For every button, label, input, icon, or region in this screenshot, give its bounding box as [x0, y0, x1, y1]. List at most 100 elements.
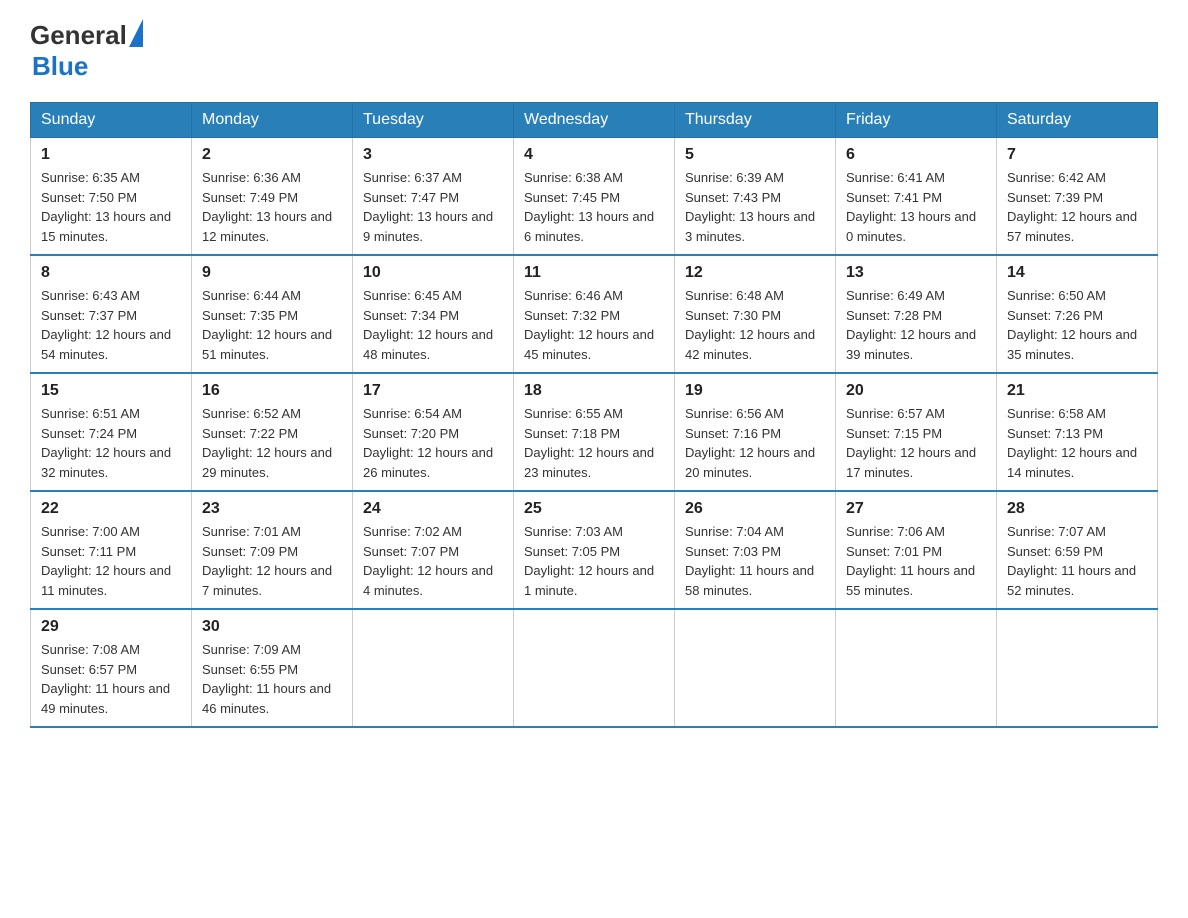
- day-cell-7: 7Sunrise: 6:42 AMSunset: 7:39 PMDaylight…: [997, 138, 1158, 256]
- day-info: Sunrise: 7:08 AMSunset: 6:57 PMDaylight:…: [41, 640, 181, 718]
- day-cell-13: 13 Sunrise: 6:49 AMSunset: 7:28 PMDayligh…: [836, 255, 997, 373]
- day-cell-10: 10 Sunrise: 6:45 AMSunset: 7:34 PMDayligh…: [353, 255, 514, 373]
- day-info: Sunrise: 6:39 AMSunset: 7:43 PMDaylight:…: [685, 168, 825, 246]
- weekday-header-tuesday: Tuesday: [353, 103, 514, 138]
- weekday-header-wednesday: Wednesday: [514, 103, 675, 138]
- day-info: Sunrise: 6:58 AMSunset: 7:13 PMDaylight:…: [1007, 404, 1147, 482]
- day-number: 3: [363, 146, 503, 164]
- day-number: 16: [202, 382, 342, 400]
- logo-triangle-icon: [129, 19, 143, 47]
- day-info: Sunrise: 7:03 AMSunset: 7:05 PMDaylight:…: [524, 522, 664, 600]
- day-info: Sunrise: 7:01 AMSunset: 7:09 PMDaylight:…: [202, 522, 342, 600]
- day-number: 13: [846, 264, 986, 282]
- logo-blue-text: Blue: [32, 51, 143, 82]
- day-number: 17: [363, 382, 503, 400]
- day-number: 21: [1007, 382, 1147, 400]
- day-number: 19: [685, 382, 825, 400]
- day-info: Sunrise: 7:00 AMSunset: 7:11 PMDaylight:…: [41, 522, 181, 600]
- day-cell-12: 12 Sunrise: 6:48 AMSunset: 7:30 PMDayligh…: [675, 255, 836, 373]
- day-number: 2: [202, 146, 342, 164]
- day-cell-14: 14 Sunrise: 6:50 AMSunset: 7:26 PMDayligh…: [997, 255, 1158, 373]
- day-cell-6: 6Sunrise: 6:41 AMSunset: 7:41 PMDaylight…: [836, 138, 997, 256]
- day-cell-11: 11Sunrise: 6:46 AMSunset: 7:32 PMDayligh…: [514, 255, 675, 373]
- day-number: 20: [846, 382, 986, 400]
- day-info: Sunrise: 7:04 AMSunset: 7:03 PMDaylight:…: [685, 522, 825, 600]
- day-info: Sunrise: 6:57 AMSunset: 7:15 PMDaylight:…: [846, 404, 986, 482]
- day-number: 12: [685, 264, 825, 282]
- day-cell-1: 1 Sunrise: 6:35 AMSunset: 7:50 PMDaylight…: [31, 138, 192, 256]
- day-cell-4: 4Sunrise: 6:38 AMSunset: 7:45 PMDaylight…: [514, 138, 675, 256]
- day-cell-30: 30 Sunrise: 7:09 AMSunset: 6:55 PMDayligh…: [192, 609, 353, 727]
- day-cell-9: 9 Sunrise: 6:44 AMSunset: 7:35 PMDaylight…: [192, 255, 353, 373]
- week-row-2: 8 Sunrise: 6:43 AMSunset: 7:37 PMDaylight…: [31, 255, 1158, 373]
- day-cell-27: 27 Sunrise: 7:06 AMSunset: 7:01 PMDayligh…: [836, 491, 997, 609]
- day-number: 7: [1007, 146, 1147, 164]
- day-info: Sunrise: 6:35 AMSunset: 7:50 PMDaylight:…: [41, 168, 181, 246]
- day-info: Sunrise: 7:07 AMSunset: 6:59 PMDaylight:…: [1007, 522, 1147, 600]
- day-cell-24: 24 Sunrise: 7:02 AMSunset: 7:07 PMDayligh…: [353, 491, 514, 609]
- day-cell-21: 21 Sunrise: 6:58 AMSunset: 7:13 PMDayligh…: [997, 373, 1158, 491]
- day-info: Sunrise: 6:44 AMSunset: 7:35 PMDaylight:…: [202, 286, 342, 364]
- day-info: Sunrise: 6:56 AMSunset: 7:16 PMDaylight:…: [685, 404, 825, 482]
- empty-cell: [353, 609, 514, 727]
- day-info: Sunrise: 6:51 AMSunset: 7:24 PMDaylight:…: [41, 404, 181, 482]
- day-number: 30: [202, 618, 342, 636]
- day-cell-18: 18Sunrise: 6:55 AMSunset: 7:18 PMDayligh…: [514, 373, 675, 491]
- day-cell-16: 16 Sunrise: 6:52 AMSunset: 7:22 PMDayligh…: [192, 373, 353, 491]
- day-cell-5: 5 Sunrise: 6:39 AMSunset: 7:43 PMDaylight…: [675, 138, 836, 256]
- week-row-4: 22 Sunrise: 7:00 AMSunset: 7:11 PMDayligh…: [31, 491, 1158, 609]
- empty-cell: [675, 609, 836, 727]
- empty-cell: [997, 609, 1158, 727]
- day-number: 23: [202, 500, 342, 518]
- day-info: Sunrise: 6:37 AMSunset: 7:47 PMDaylight:…: [363, 168, 503, 246]
- weekday-header-monday: Monday: [192, 103, 353, 138]
- day-info: Sunrise: 6:46 AMSunset: 7:32 PMDaylight:…: [524, 286, 664, 364]
- week-row-5: 29Sunrise: 7:08 AMSunset: 6:57 PMDayligh…: [31, 609, 1158, 727]
- day-cell-15: 15 Sunrise: 6:51 AMSunset: 7:24 PMDayligh…: [31, 373, 192, 491]
- logo-general-text: General: [30, 20, 127, 51]
- day-number: 1: [41, 146, 181, 164]
- day-info: Sunrise: 6:38 AMSunset: 7:45 PMDaylight:…: [524, 168, 664, 246]
- empty-cell: [514, 609, 675, 727]
- weekday-header-row: SundayMondayTuesdayWednesdayThursdayFrid…: [31, 103, 1158, 138]
- day-cell-28: 28 Sunrise: 7:07 AMSunset: 6:59 PMDayligh…: [997, 491, 1158, 609]
- day-info: Sunrise: 6:49 AMSunset: 7:28 PMDaylight:…: [846, 286, 986, 364]
- day-cell-19: 19 Sunrise: 6:56 AMSunset: 7:16 PMDayligh…: [675, 373, 836, 491]
- day-info: Sunrise: 7:02 AMSunset: 7:07 PMDaylight:…: [363, 522, 503, 600]
- day-number: 15: [41, 382, 181, 400]
- day-info: Sunrise: 7:09 AMSunset: 6:55 PMDaylight:…: [202, 640, 342, 718]
- day-cell-23: 23 Sunrise: 7:01 AMSunset: 7:09 PMDayligh…: [192, 491, 353, 609]
- day-cell-26: 26 Sunrise: 7:04 AMSunset: 7:03 PMDayligh…: [675, 491, 836, 609]
- day-info: Sunrise: 6:36 AMSunset: 7:49 PMDaylight:…: [202, 168, 342, 246]
- day-info: Sunrise: 6:54 AMSunset: 7:20 PMDaylight:…: [363, 404, 503, 482]
- day-number: 9: [202, 264, 342, 282]
- day-info: Sunrise: 6:43 AMSunset: 7:37 PMDaylight:…: [41, 286, 181, 364]
- day-number: 28: [1007, 500, 1147, 518]
- day-number: 10: [363, 264, 503, 282]
- day-cell-8: 8 Sunrise: 6:43 AMSunset: 7:37 PMDaylight…: [31, 255, 192, 373]
- day-info: Sunrise: 6:50 AMSunset: 7:26 PMDaylight:…: [1007, 286, 1147, 364]
- week-row-3: 15 Sunrise: 6:51 AMSunset: 7:24 PMDayligh…: [31, 373, 1158, 491]
- week-row-1: 1 Sunrise: 6:35 AMSunset: 7:50 PMDaylight…: [31, 138, 1158, 256]
- logo: General Blue: [30, 20, 143, 82]
- day-cell-29: 29Sunrise: 7:08 AMSunset: 6:57 PMDayligh…: [31, 609, 192, 727]
- empty-cell: [836, 609, 997, 727]
- day-number: 26: [685, 500, 825, 518]
- day-number: 6: [846, 146, 986, 164]
- day-info: Sunrise: 7:06 AMSunset: 7:01 PMDaylight:…: [846, 522, 986, 600]
- day-cell-22: 22 Sunrise: 7:00 AMSunset: 7:11 PMDayligh…: [31, 491, 192, 609]
- day-info: Sunrise: 6:48 AMSunset: 7:30 PMDaylight:…: [685, 286, 825, 364]
- day-info: Sunrise: 6:45 AMSunset: 7:34 PMDaylight:…: [363, 286, 503, 364]
- day-number: 24: [363, 500, 503, 518]
- day-cell-2: 2 Sunrise: 6:36 AMSunset: 7:49 PMDaylight…: [192, 138, 353, 256]
- page-header: General Blue: [30, 20, 1158, 82]
- weekday-header-sunday: Sunday: [31, 103, 192, 138]
- weekday-header-thursday: Thursday: [675, 103, 836, 138]
- day-number: 27: [846, 500, 986, 518]
- day-info: Sunrise: 6:52 AMSunset: 7:22 PMDaylight:…: [202, 404, 342, 482]
- weekday-header-saturday: Saturday: [997, 103, 1158, 138]
- day-number: 22: [41, 500, 181, 518]
- day-number: 14: [1007, 264, 1147, 282]
- day-number: 8: [41, 264, 181, 282]
- day-number: 5: [685, 146, 825, 164]
